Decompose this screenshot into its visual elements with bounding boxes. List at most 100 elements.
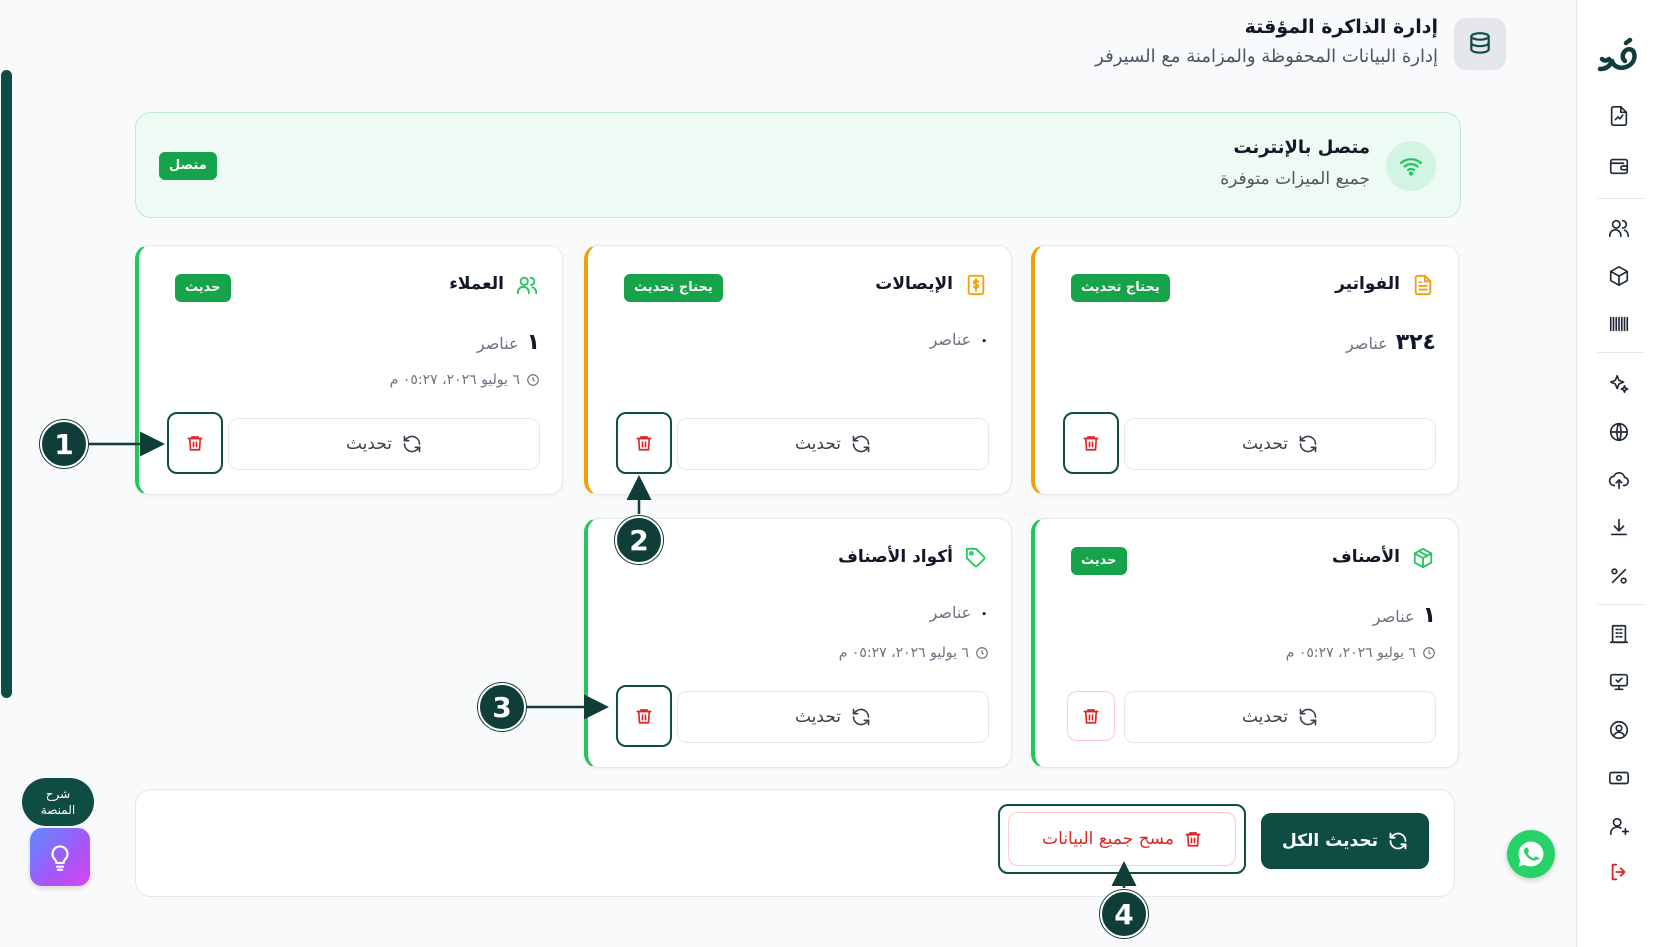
sidebar-divider xyxy=(1597,352,1645,353)
refresh-button[interactable]: تحديث xyxy=(677,418,989,470)
refresh-label: تحديث xyxy=(794,434,842,454)
trash-icon xyxy=(1083,436,1099,451)
sidebar-item-logout[interactable] xyxy=(1577,852,1661,892)
barcode-icon xyxy=(1609,316,1629,332)
refresh-all-button[interactable]: تحديث الكل xyxy=(1261,813,1429,869)
delete-button[interactable] xyxy=(167,412,223,474)
refresh-icon xyxy=(1298,707,1318,727)
last-updated: ٦ يوليو ٢٠٢٦، ٠٥:٢٧ م xyxy=(390,372,540,388)
clear-all-label: مسح جميع البيانات xyxy=(1042,829,1174,849)
whatsapp-icon xyxy=(1518,841,1544,867)
sidebar-item-branches[interactable] xyxy=(1577,614,1661,654)
sidebar-item-network[interactable] xyxy=(1577,412,1661,452)
refresh-label: تحديث xyxy=(345,434,393,454)
count-value: ١ xyxy=(526,330,540,355)
delete-button[interactable] xyxy=(1063,412,1119,474)
callout-3: 3 xyxy=(478,683,526,731)
refresh-button[interactable]: تحديث xyxy=(1124,691,1436,743)
page-title: إدارة الذاكرة المؤقتة xyxy=(1244,16,1438,38)
item-count: ٠ عناصر xyxy=(930,330,989,349)
status-badge: حديث xyxy=(1071,547,1127,575)
action-bar: تحديث الكل مسح جميع البيانات xyxy=(135,789,1455,897)
item-count: ٠ عناصر xyxy=(930,603,989,622)
package-icon xyxy=(1609,266,1629,286)
wallet-icon xyxy=(1609,158,1629,175)
refresh-label: تحديث xyxy=(1241,434,1289,454)
connection-badge: متصل xyxy=(159,152,217,180)
sidebar-item-barcodes[interactable] xyxy=(1577,304,1661,344)
help-line-2: المنصة xyxy=(40,803,76,817)
user-plus-icon xyxy=(1609,817,1629,836)
sidebar-item-download[interactable] xyxy=(1577,508,1661,548)
wifi-icon xyxy=(1386,141,1436,191)
user-circle-icon xyxy=(1609,720,1629,740)
refresh-label: تحديث xyxy=(794,707,842,727)
sidebar-item-reports[interactable] xyxy=(1577,96,1661,136)
help-button[interactable] xyxy=(30,828,90,886)
sidebar-item-users[interactable] xyxy=(1577,208,1661,248)
help-line-1: شرح xyxy=(45,786,71,801)
refresh-icon xyxy=(402,434,422,454)
file-text-icon xyxy=(1410,272,1436,298)
sidebar xyxy=(1576,0,1661,947)
count-label: عناصر xyxy=(1346,334,1388,353)
delete-button[interactable] xyxy=(1067,691,1115,741)
lightbulb-icon xyxy=(51,845,69,871)
card-title: الفواتير xyxy=(1335,274,1400,294)
logout-icon xyxy=(1611,863,1626,881)
status-badge: حديث xyxy=(175,274,231,302)
refresh-button[interactable]: تحديث xyxy=(228,418,540,470)
refresh-button[interactable]: تحديث xyxy=(1124,418,1436,470)
sidebar-item-discounts[interactable] xyxy=(1577,556,1661,596)
item-count: ١ عناصر xyxy=(477,330,540,355)
sidebar-item-add-user[interactable] xyxy=(1577,806,1661,846)
package-icon xyxy=(1410,545,1436,571)
users-icon xyxy=(514,272,540,298)
tag-icon xyxy=(963,545,989,571)
cloud-upload-icon xyxy=(1608,471,1629,490)
count-label: عناصر xyxy=(1372,607,1415,626)
delete-button[interactable] xyxy=(616,685,672,747)
delete-button[interactable] xyxy=(616,412,672,474)
item-count: ١ عناصر xyxy=(1373,603,1436,628)
cache-card-invoices: الفواتير يحتاج تحديث ٣٢٤ عناصر تحديث xyxy=(1031,245,1459,495)
refresh-icon xyxy=(1388,831,1408,851)
callout-2: 2 xyxy=(615,516,663,564)
database-icon xyxy=(1454,18,1506,70)
banknote-icon xyxy=(1609,771,1629,785)
sparkles-icon xyxy=(1609,374,1629,394)
refresh-all-label: تحديث الكل xyxy=(1281,831,1379,851)
sidebar-item-upload[interactable] xyxy=(1577,460,1661,500)
sidebar-item-payments[interactable] xyxy=(1577,758,1661,798)
scroll-indicator[interactable] xyxy=(1,70,12,698)
cache-card-receipts: الإيصالات يحتاج تحديث ٠ عناصر تحديث xyxy=(584,245,1012,495)
sidebar-divider xyxy=(1597,198,1645,199)
item-count: ٣٢٤ عناصر xyxy=(1346,330,1436,355)
receipt-dollar-icon xyxy=(963,272,989,298)
count-label: عناصر xyxy=(476,334,519,353)
clock-icon xyxy=(1422,646,1436,660)
sidebar-item-profile[interactable] xyxy=(1577,710,1661,750)
last-updated: ٦ يوليو ٢٠٢٦، ٠٥:٢٧ م xyxy=(839,645,989,661)
trash-icon xyxy=(1184,830,1202,848)
cache-card-customers: العملاء حديث ١ عناصر ٦ يوليو ٢٠٢٦، ٠٥:٢٧… xyxy=(135,245,563,495)
sidebar-item-pos[interactable] xyxy=(1577,662,1661,702)
connection-title: متصل بالإنترنت xyxy=(1233,137,1370,158)
whatsapp-button[interactable] xyxy=(1507,830,1555,878)
sidebar-item-products[interactable] xyxy=(1577,256,1661,296)
last-updated-text: ٦ يوليو ٢٠٢٦، ٠٥:٢٧ م xyxy=(1285,645,1416,661)
last-updated-text: ٦ يوليو ٢٠٢٦، ٠٥:٢٧ م xyxy=(389,372,520,388)
sidebar-item-wallet[interactable] xyxy=(1577,146,1661,186)
cache-card-products: الأصناف حديث ١ عناصر ٦ يوليو ٢٠٢٦، ٠٥:٢٧… xyxy=(1031,518,1459,768)
card-title: أكواد الأصناف xyxy=(838,547,953,567)
trash-icon xyxy=(636,709,652,724)
sidebar-item-ai[interactable] xyxy=(1577,364,1661,404)
brand-logo[interactable] xyxy=(1577,22,1661,92)
count-value: ٠ xyxy=(979,603,989,622)
reports-icon xyxy=(1610,106,1628,126)
clear-all-button[interactable]: مسح جميع البيانات xyxy=(1008,812,1236,866)
status-badge: يحتاج تحديث xyxy=(624,274,723,302)
refresh-button[interactable]: تحديث xyxy=(677,691,989,743)
count-label: عناصر xyxy=(929,330,972,349)
building-icon xyxy=(1609,624,1629,644)
